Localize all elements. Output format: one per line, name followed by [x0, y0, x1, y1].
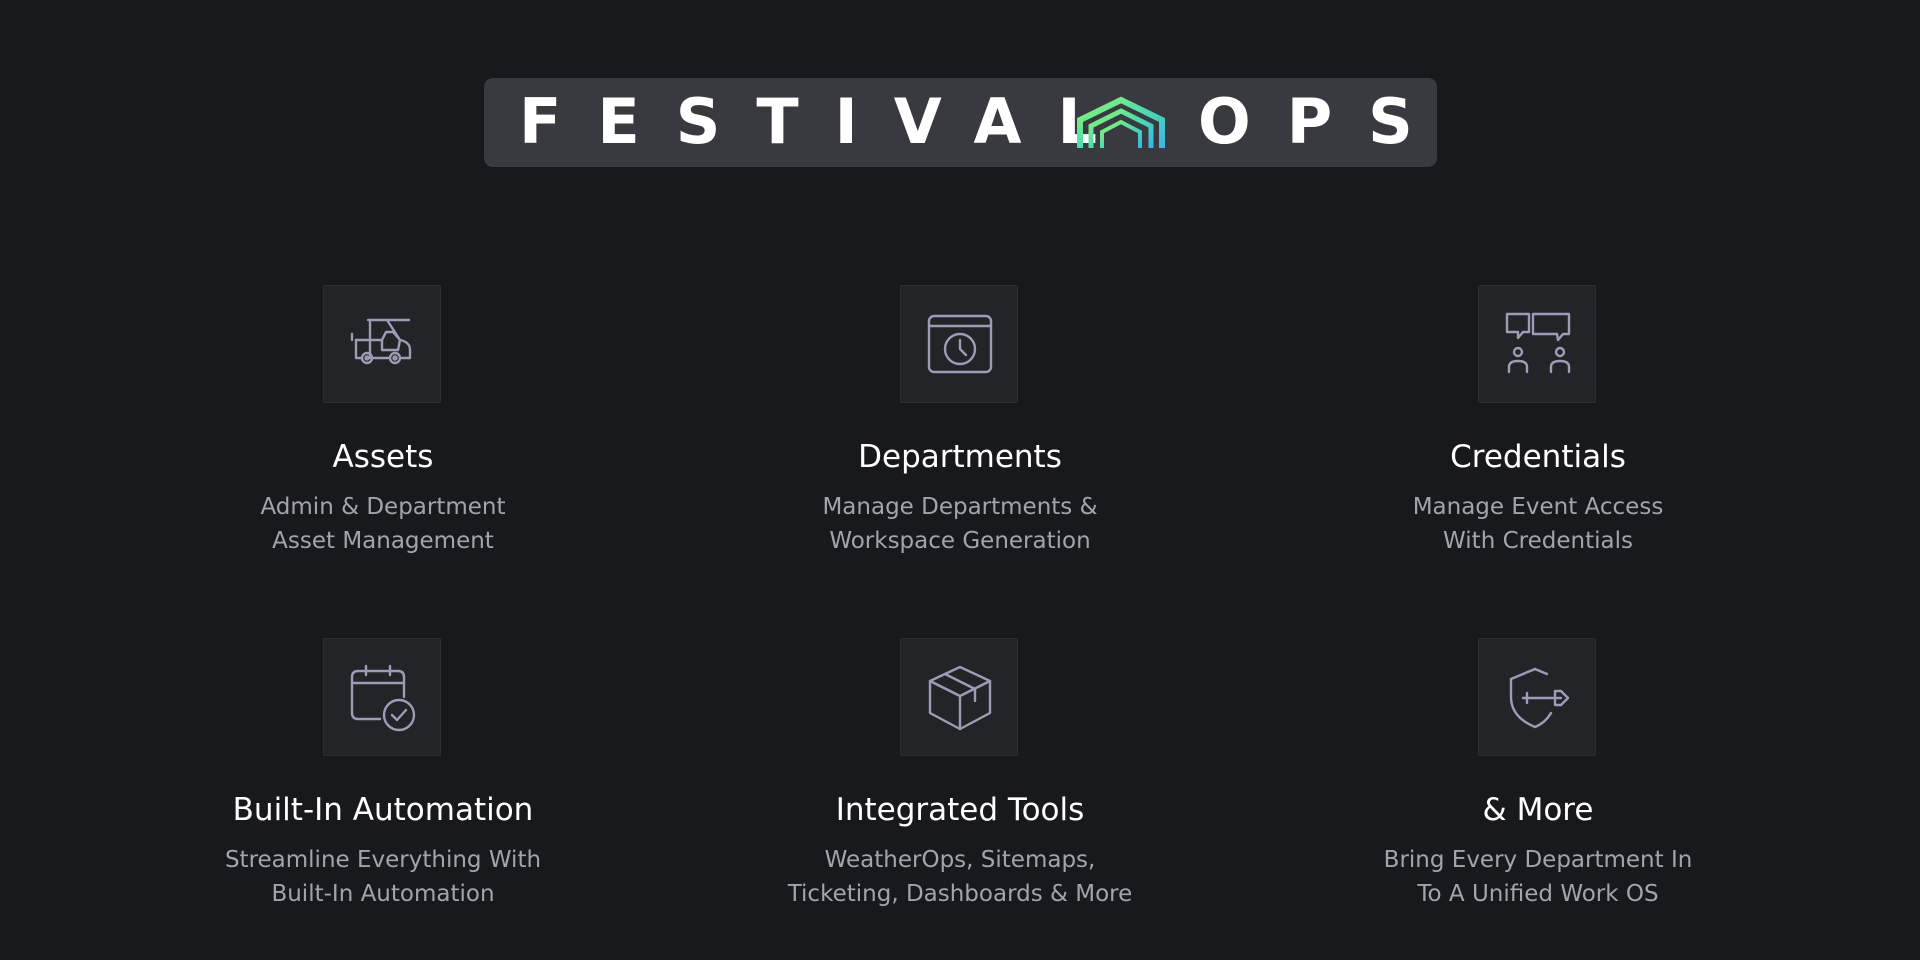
feature-icon-tile [900, 638, 1018, 756]
feature-title: & More [1482, 792, 1594, 828]
feature-title: Credentials [1450, 439, 1626, 475]
logo-word-ops: OPS [1198, 85, 1449, 158]
feature-icon-tile [323, 638, 441, 756]
feature-title: Built-In Automation [232, 792, 534, 828]
feature-description-line: Workspace Generation [829, 528, 1091, 554]
feature-description-line: With Credentials [1443, 528, 1633, 554]
feature-title: Integrated Tools [835, 792, 1085, 828]
feature-icon-tile [1478, 285, 1596, 403]
feature-description-line: Bring Every Department In [1383, 847, 1693, 873]
feature-description-line: Manage Event Access [1412, 494, 1664, 520]
feature-icon-tile [323, 285, 441, 403]
feature-description-line: To A Unified Work OS [1417, 881, 1659, 907]
feature-icon-tile [900, 285, 1018, 403]
festival-tent-logo-icon [1077, 96, 1165, 148]
feature-title: Assets [332, 439, 434, 475]
feature-description-line: Streamline Everything With [224, 847, 542, 873]
box-icon [928, 665, 992, 731]
feature-description-line: Manage Departments & [822, 494, 1098, 520]
feature-description-line: Built-In Automation [271, 881, 495, 907]
feature-description: Manage Event Access With Credentials [1258, 490, 1818, 558]
feature-description: Bring Every Department In To A Unified W… [1258, 843, 1818, 911]
shield-key-icon [1509, 667, 1570, 729]
feature-description-line: Admin & Department [260, 494, 506, 520]
logo-banner: FESTIVAL OPS [484, 78, 1437, 167]
logo-word-festival: FESTIVAL [519, 85, 1133, 158]
calendar-clock-icon [927, 314, 993, 374]
feature-description: WeatherOps, Sitemaps, Ticketing, Dashboa… [680, 843, 1240, 911]
golf-cart-icon [350, 318, 412, 365]
feature-icon-tile [1478, 638, 1596, 756]
feature-title: Departments [858, 439, 1062, 475]
feature-description: Manage Departments & Workspace Generatio… [680, 490, 1240, 558]
feature-description-line: WeatherOps, Sitemaps, [824, 847, 1096, 873]
calendar-check-icon [350, 664, 416, 732]
users-chat-icon [1505, 312, 1571, 374]
feature-description: Streamline Everything With Built-In Auto… [103, 843, 663, 911]
feature-description-line: Ticketing, Dashboards & More [787, 881, 1133, 907]
feature-description: Admin & Department Asset Management [103, 490, 663, 558]
feature-description-line: Asset Management [272, 528, 494, 554]
